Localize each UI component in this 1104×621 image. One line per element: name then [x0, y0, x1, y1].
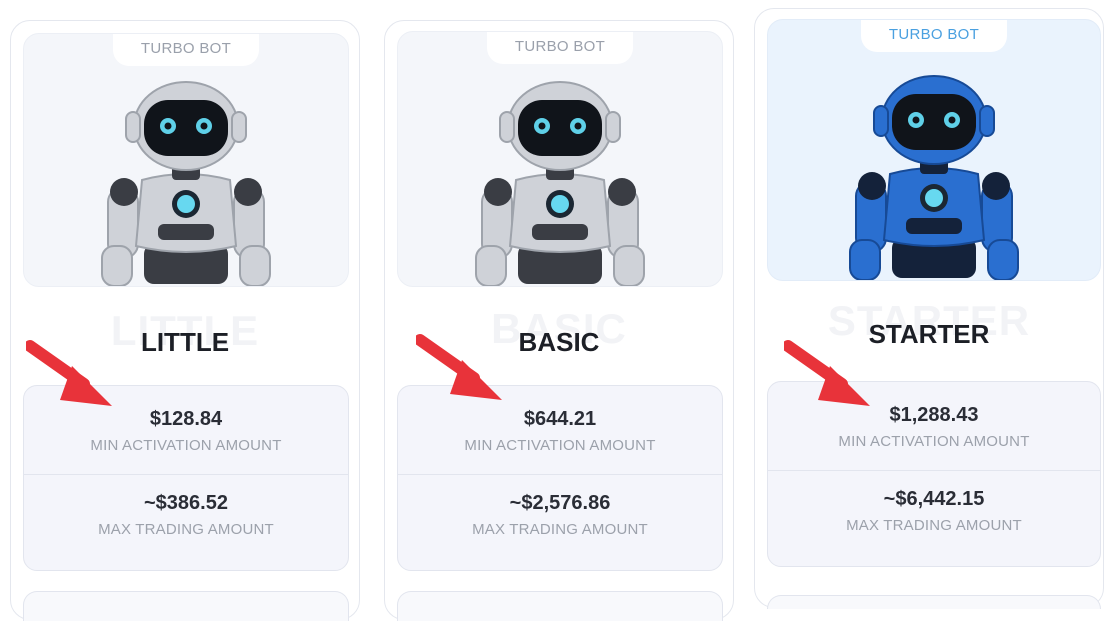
bot-image-panel: TURBO BOT: [397, 31, 723, 287]
bot-image-panel: TURBO BOT: [767, 19, 1101, 281]
bot-card-basic[interactable]: TURBO BOT BASIC BASIC $644.21 MIN ACTIVA…: [384, 20, 734, 621]
min-activation-label: MIN ACTIVATION AMOUNT: [838, 433, 1030, 450]
max-trading-value: ~$6,442.15: [883, 488, 985, 510]
max-trading-row: ~$386.52 MAX TRADING AMOUNT: [24, 492, 348, 538]
divider: [768, 470, 1100, 471]
red-arrow-icon: [26, 336, 122, 416]
amount-panel: $644.21 MIN ACTIVATION AMOUNT ~$2,576.86…: [397, 385, 723, 571]
min-activation-label: MIN ACTIVATION AMOUNT: [464, 437, 656, 454]
max-trading-value: ~$386.52: [144, 492, 228, 514]
bot-type-tag: TURBO BOT: [487, 32, 633, 64]
next-section-stub: [397, 591, 723, 621]
divider: [398, 474, 722, 475]
robot-silver-image: [102, 82, 270, 286]
max-trading-label: MAX TRADING AMOUNT: [98, 521, 274, 538]
bot-type-tag: TURBO BOT: [861, 20, 1007, 52]
divider: [24, 474, 348, 475]
min-activation-row: $644.21 MIN ACTIVATION AMOUNT: [398, 408, 722, 454]
red-arrow-icon: [416, 330, 512, 410]
max-trading-row: ~$2,576.86 MAX TRADING AMOUNT: [398, 492, 722, 538]
robot-silver-image: [476, 82, 644, 286]
next-section-stub: [23, 591, 349, 621]
bot-card-little[interactable]: TURBO BOT LITTLE LITTLE $128.84 MIN ACTI…: [10, 20, 360, 621]
max-trading-label: MAX TRADING AMOUNT: [846, 517, 1022, 534]
next-section-stub: [767, 595, 1101, 609]
max-trading-label: MAX TRADING AMOUNT: [472, 521, 648, 538]
bot-type-tag: TURBO BOT: [113, 34, 259, 66]
min-activation-label: MIN ACTIVATION AMOUNT: [90, 437, 282, 454]
bot-card-starter[interactable]: TURBO BOT STARTER STARTER $1,288.43 MIN …: [754, 8, 1104, 609]
red-arrow-icon: [784, 336, 880, 416]
bot-image-panel: TURBO BOT: [23, 33, 349, 287]
min-activation-value: $644.21: [523, 408, 597, 430]
max-trading-value: ~$2,576.86: [509, 492, 611, 514]
max-trading-row: ~$6,442.15 MAX TRADING AMOUNT: [768, 488, 1100, 534]
robot-blue-image: [850, 76, 1018, 280]
